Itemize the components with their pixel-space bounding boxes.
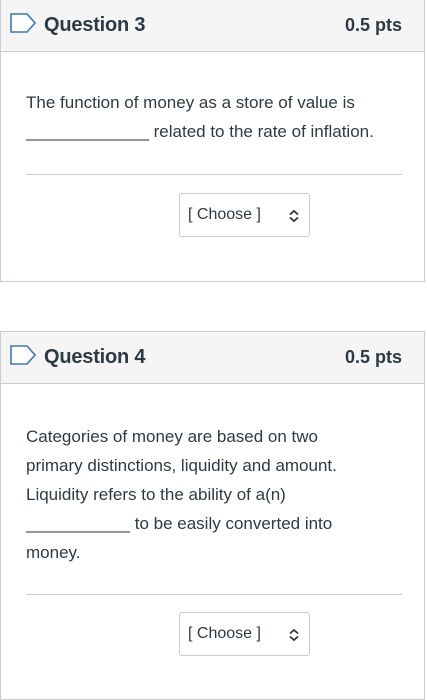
flag-question-icon[interactable] (10, 13, 36, 33)
question-3-card: Question 3 0.5 pts The function of money… (0, 0, 425, 282)
question-4-text: Categories of money are based on two pri… (26, 422, 402, 567)
question-3-answer-select[interactable]: [ Choose ] (179, 193, 310, 237)
question-4-text-line: Categories of money are based on two (26, 427, 319, 446)
question-4-points: 0.5 pts (344, 347, 402, 367)
flag-question-icon[interactable] (10, 345, 36, 365)
question-3-text-line: _____________ related to the rate of inf… (26, 122, 374, 141)
question-4-answer-select[interactable]: [ Choose ] (179, 612, 310, 656)
chevron-up-down-icon (289, 628, 299, 642)
question-4-text-line: ___________ to be easily converted into (26, 514, 333, 533)
question-4-title: Question 4 (44, 346, 146, 368)
question-4-header: Question 4 0.5 pts (1, 332, 424, 384)
question-3-header: Question 3 0.5 pts (1, 0, 424, 52)
question-3-text-line: The function of money as a store of valu… (26, 93, 355, 112)
question-4-card: Question 4 0.5 pts Categories of money a… (0, 331, 425, 700)
question-4-divider (26, 594, 402, 595)
question-4-text-line: primary distinctions, liquidity and amou… (26, 456, 337, 475)
question-4-text-line: money. (26, 543, 81, 562)
question-3-points: 0.5 pts (344, 15, 402, 35)
question-3-select-value: [ Choose ] (188, 206, 261, 223)
chevron-up-down-icon (289, 209, 299, 223)
question-3-title: Question 3 (44, 14, 146, 36)
question-3-text: The function of money as a store of valu… (26, 88, 402, 146)
question-4-text-line: Liquidity refers to the ability of a(n) (26, 485, 286, 504)
question-4-select-value: [ Choose ] (188, 625, 261, 642)
question-3-divider (26, 174, 402, 175)
